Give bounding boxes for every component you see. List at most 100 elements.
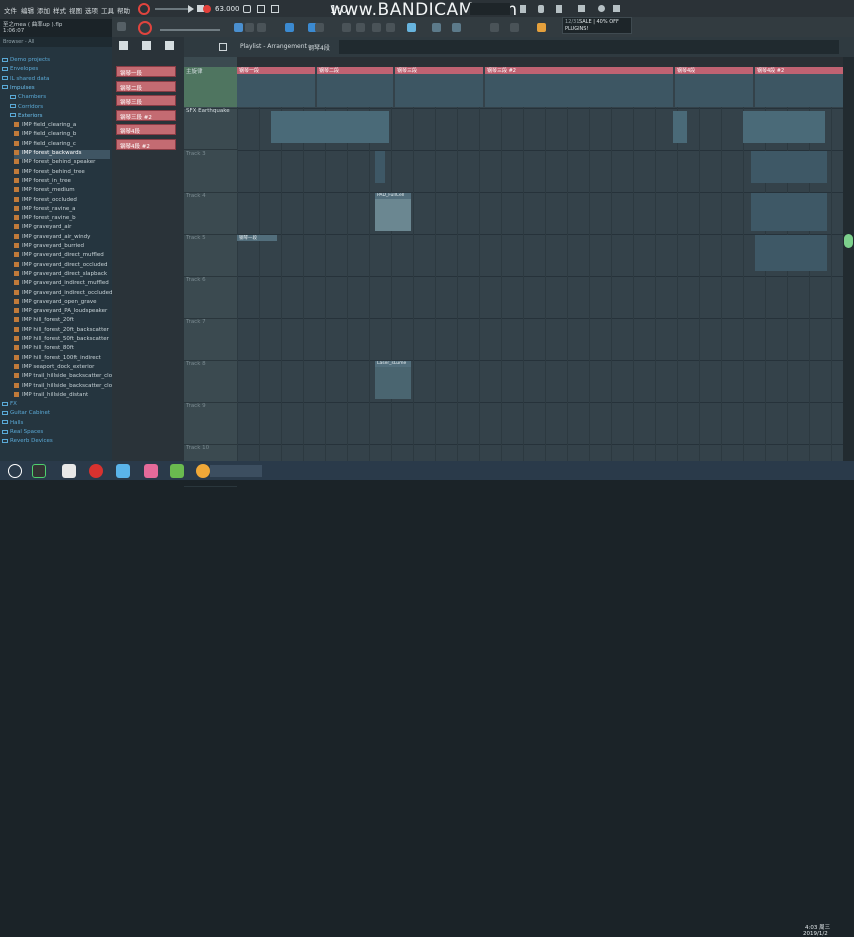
- browser-item[interactable]: IMP graveyard_direct_slapback: [14, 270, 107, 280]
- browser-item[interactable]: IMP graveyard_air_windy: [14, 233, 90, 243]
- browser-item[interactable]: IMP field_clearing_a: [14, 122, 76, 131]
- piano-roll-icon[interactable]: [556, 5, 562, 13]
- news-panel[interactable]: 12/31 SALE | 40% OFF PLUGINS!: [562, 17, 632, 34]
- app-icon-4[interactable]: [170, 464, 184, 478]
- scroll-handle[interactable]: [844, 234, 853, 248]
- tempo-display[interactable]: 63.000: [215, 5, 240, 13]
- record-icon[interactable]: [203, 5, 211, 13]
- track-header-label[interactable]: Track 6: [186, 277, 233, 283]
- playlist-timeline[interactable]: [237, 57, 843, 67]
- browser-item[interactable]: IMP forest_medium: [14, 187, 75, 196]
- piano-clip-label[interactable]: 钢琴二段: [317, 67, 393, 74]
- browser-item[interactable]: IMP trail_hillside_backscatter_close_A: [14, 373, 125, 382]
- menu-help[interactable]: 帮助: [117, 5, 130, 15]
- windows-start-icon[interactable]: [8, 464, 22, 478]
- track-header-label[interactable]: Track 8: [186, 361, 233, 367]
- browser-item[interactable]: IMP field_clearing_c: [14, 140, 76, 150]
- menu-patterns[interactable]: 样式: [53, 5, 66, 15]
- browser-item[interactable]: IMP graveyard_direct_muffled: [14, 252, 104, 261]
- browser-item[interactable]: IMP hill_forest_20ft_backscatter: [14, 326, 109, 336]
- pattern-selector-icon[interactable]: [356, 23, 365, 32]
- piano-clip-label[interactable]: 钢琴4段 #2: [755, 67, 843, 74]
- app-icon-2[interactable]: [62, 464, 76, 478]
- online-icon[interactable]: [613, 5, 620, 12]
- browser-item[interactable]: IMP forest_in_tree: [14, 177, 71, 187]
- master-volume-slider[interactable]: [155, 8, 189, 10]
- browser-item[interactable]: IMP forest_backwards: [14, 150, 110, 159]
- mixer-view-icon[interactable]: [432, 23, 441, 32]
- fl-studio-task[interactable]: [210, 465, 262, 477]
- piano-clip-body[interactable]: [317, 74, 393, 107]
- mixer-icon[interactable]: [520, 5, 526, 13]
- arrow-tool-icon[interactable]: [257, 23, 266, 32]
- channel-view-icon[interactable]: [452, 23, 461, 32]
- playlist-view-icon[interactable]: [386, 23, 395, 32]
- step-seq-icon[interactable]: [285, 23, 294, 32]
- playlist-pattern-name[interactable]: 钢琴4段: [308, 43, 330, 52]
- browser-item[interactable]: IMP field_clearing_b: [14, 131, 76, 140]
- browser-item[interactable]: IMP forest_ravine_b: [14, 215, 76, 224]
- browser-item[interactable]: IMP graveyard_indirect_muffled: [14, 280, 109, 289]
- pattern-item[interactable]: 钢琴三段: [116, 95, 176, 106]
- channel-rack-icon[interactable]: [538, 5, 544, 13]
- loop-record-icon[interactable]: [315, 23, 324, 32]
- view-icon[interactable]: [372, 23, 381, 32]
- pitch-slider[interactable]: [160, 29, 220, 31]
- browser-item[interactable]: Corridors: [10, 104, 43, 113]
- output-view-icon[interactable]: [537, 23, 546, 32]
- browser-item[interactable]: IMP forest_occluded: [14, 196, 77, 206]
- typing-keyboard-icon[interactable]: [342, 23, 351, 32]
- browser-item[interactable]: IMP graveyard_PA_loudspeaker: [14, 308, 107, 317]
- menu-tools[interactable]: 工具: [101, 5, 114, 15]
- browser-item[interactable]: IMP trail_hillside_distant: [14, 391, 88, 401]
- netease-music-icon[interactable]: [89, 464, 103, 478]
- browser-item[interactable]: IMP graveyard_air: [14, 224, 71, 233]
- browser-item[interactable]: Impulses: [2, 85, 35, 94]
- track-header-label[interactable]: Track 3: [186, 151, 233, 157]
- draw-tool-icon[interactable]: [245, 23, 254, 32]
- browser-item[interactable]: IMP hill_forest_100ft_indirect: [14, 354, 101, 364]
- browser-item[interactable]: FX: [2, 401, 17, 410]
- piano-clip-body[interactable]: [237, 74, 315, 107]
- track3-clip[interactable]: [375, 151, 385, 183]
- pattern-add-icon[interactable]: [142, 41, 151, 50]
- menu-add[interactable]: 添加: [37, 5, 50, 15]
- browser-item[interactable]: Real Spaces: [2, 429, 43, 438]
- piano-clip-label[interactable]: 钢琴一段: [237, 67, 315, 74]
- browser-item[interactable]: IMP forest_ravine_a: [14, 205, 75, 215]
- piano-view-icon[interactable]: [490, 23, 499, 32]
- browser-item[interactable]: Halls: [2, 420, 23, 429]
- pattern-item[interactable]: 钢琴4段 #2: [116, 138, 176, 150]
- browser-item[interactable]: Exteriors: [10, 113, 43, 122]
- menu-view[interactable]: 视图: [69, 5, 82, 15]
- wait-input-icon[interactable]: [257, 5, 265, 13]
- record-mode-icon[interactable]: [138, 21, 152, 35]
- browser-item[interactable]: IMP forest_behind_speaker: [14, 159, 95, 168]
- play-icon[interactable]: [188, 5, 194, 13]
- browser-item[interactable]: Demo projects: [2, 57, 50, 66]
- playlist-grid[interactable]: 钢琴一段 钢琴二段 钢琴三段 钢琴三段 #2 钢琴4段 钢琴4段 #2 PAD_FullCe…: [237, 67, 843, 461]
- browser-item[interactable]: IMP seaport_dock_exterior: [14, 363, 94, 373]
- plugin-picker-icon[interactable]: [578, 5, 585, 12]
- piano-clip-label[interactable]: 钢琴三段 #2: [485, 67, 673, 74]
- menu-options[interactable]: 选项: [85, 5, 98, 15]
- pattern-item[interactable]: 钢琴4段: [116, 124, 176, 135]
- pattern-item[interactable]: 钢琴二段: [116, 80, 176, 92]
- browser-item[interactable]: Guitar Cabinet: [2, 410, 50, 419]
- link-tool-icon[interactable]: [234, 23, 243, 32]
- pattern-grid-icon[interactable]: [119, 41, 128, 50]
- laser-clip-body[interactable]: [375, 367, 411, 399]
- menu-edit[interactable]: 编辑: [21, 5, 34, 15]
- browser-item[interactable]: IL shared data: [2, 76, 49, 85]
- sfx-earthquake-clip[interactable]: [743, 111, 825, 143]
- fl-studio-icon[interactable]: [196, 464, 210, 478]
- pattern-item[interactable]: 钢琴一段: [116, 66, 176, 77]
- track-header-label[interactable]: Track 4: [186, 193, 233, 199]
- metronome-icon[interactable]: [243, 5, 251, 13]
- help-icon[interactable]: [598, 5, 605, 12]
- countdown-icon[interactable]: [271, 5, 279, 13]
- track4-clip[interactable]: [751, 193, 827, 231]
- pattern-song-toggle-icon[interactable]: [138, 3, 150, 15]
- track5-clip-label[interactable]: 钢琴一段: [237, 235, 277, 241]
- browser-item[interactable]: IMP hill_forest_20ft: [14, 317, 74, 326]
